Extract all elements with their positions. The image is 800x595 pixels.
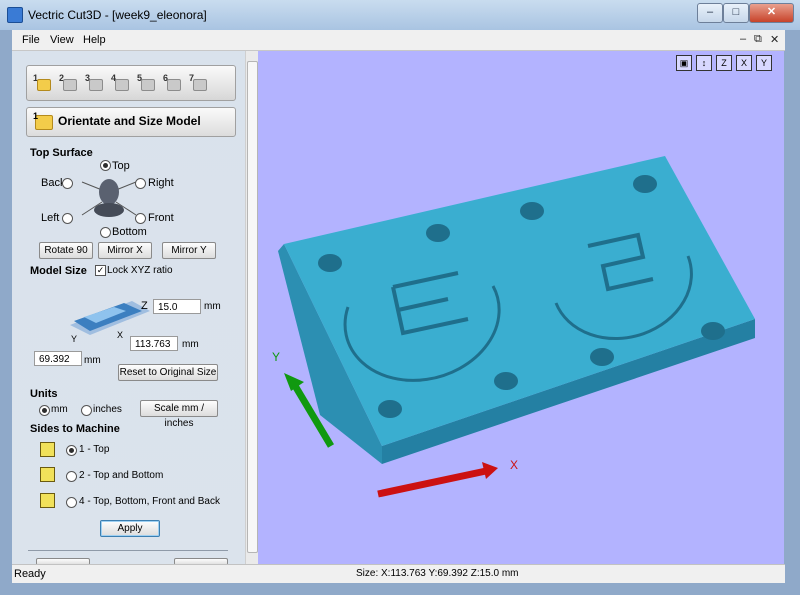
reset-size-button[interactable]: Reset to Original Size [118, 364, 218, 381]
units-heading: Units [30, 388, 58, 400]
panel-scrollbar[interactable] [245, 51, 258, 564]
hole [520, 202, 544, 220]
minimize-button[interactable]: – [697, 3, 723, 23]
scrollbar-thumb[interactable] [247, 61, 258, 553]
top-surface-heading: Top Surface [30, 147, 93, 159]
top-surface-left-radio[interactable] [62, 213, 73, 224]
size-y-input[interactable]: 69.392 [34, 351, 82, 366]
section-header: 1 Orientate and Size Model [26, 107, 236, 137]
step-2-button[interactable]: 2 [59, 73, 77, 91]
size-y-unit: mm [84, 355, 101, 366]
section-step-number: 1 [33, 111, 39, 121]
size-z-unit: mm [204, 301, 221, 312]
scale-units-button[interactable]: Scale mm / inches [140, 400, 218, 429]
section-title: Orientate and Size Model [58, 114, 201, 128]
lock-xyz-label: Lock XYZ ratio [107, 265, 173, 276]
hole [378, 400, 402, 418]
axis-z-label: Z [141, 300, 148, 312]
step-4-button[interactable]: 4 [111, 73, 129, 91]
top-surface-bottom-label: Bottom [112, 226, 147, 238]
sides-1-label: 1 - Top [79, 444, 110, 455]
hole [426, 224, 450, 242]
rotate-90-button[interactable]: Rotate 90 [39, 242, 93, 259]
units-mm-label: mm [51, 404, 68, 415]
four-sides-cube-icon [40, 493, 55, 508]
step-icon [63, 79, 77, 91]
units-inches-label: inches [93, 404, 122, 415]
panel-divider [28, 550, 228, 551]
step-icon [89, 79, 103, 91]
menu-view[interactable]: View [50, 34, 74, 46]
top-surface-front-radio[interactable] [135, 213, 146, 224]
step-6-button[interactable]: 6 [163, 73, 181, 91]
orientation-bust-icon [81, 179, 137, 217]
model-render[interactable] [258, 51, 784, 564]
3d-viewport[interactable]: ▣ ↕ Z X Y Y X [258, 51, 784, 564]
one-side-cube-icon [40, 442, 55, 457]
step-icon [141, 79, 155, 91]
sides-2-label: 2 - Top and Bottom [79, 470, 164, 481]
hole [590, 348, 614, 366]
top-surface-right-label: Right [148, 177, 174, 189]
top-surface-back-radio[interactable] [62, 178, 73, 189]
hole [633, 175, 657, 193]
step-toolbar: 1 2 3 4 5 6 7 [26, 65, 236, 101]
model-size-heading: Model Size [30, 265, 87, 277]
hole [701, 322, 725, 340]
size-x-input[interactable]: 113.763 [130, 336, 178, 351]
step-3-button[interactable]: 3 [85, 73, 103, 91]
sides-4-radio[interactable] [66, 497, 77, 508]
mdi-restore-button[interactable]: ⧉ [754, 33, 762, 46]
mdi-minimize-button[interactable]: – [740, 33, 746, 45]
menu-file[interactable]: File [22, 34, 40, 46]
x-axis-label: X [510, 458, 519, 472]
size-z-input[interactable]: 15.0 [153, 299, 201, 314]
mirror-y-button[interactable]: Mirror Y [162, 242, 216, 259]
step-icon [115, 79, 129, 91]
status-bar: Ready Size: X:113.763 Y:69.392 Z:15.0 mm [12, 564, 785, 583]
step-icon [167, 79, 181, 91]
maximize-button[interactable]: □ [723, 3, 749, 23]
axis-y-label: Y [71, 334, 78, 344]
top-surface-left-label: Left [41, 212, 60, 224]
status-left: Ready [14, 568, 46, 580]
units-mm-radio[interactable] [39, 405, 50, 416]
step-5-button[interactable]: 5 [137, 73, 155, 91]
mdi-close-button[interactable]: ✕ [770, 33, 779, 46]
mirror-x-button[interactable]: Mirror X [98, 242, 152, 259]
step-icon [193, 79, 207, 91]
hole [318, 254, 342, 272]
hole [494, 372, 518, 390]
folder-icon [37, 79, 51, 91]
app-icon [7, 7, 23, 23]
close-button[interactable]: ✕ [749, 3, 794, 23]
units-inches-radio[interactable] [81, 405, 92, 416]
menu-help[interactable]: Help [83, 34, 106, 46]
top-surface-front-label: Front [148, 212, 174, 224]
sides-heading: Sides to Machine [30, 423, 120, 435]
apply-button[interactable]: Apply [100, 520, 160, 537]
sides-1-radio[interactable] [66, 445, 77, 456]
status-size: Size: X:113.763 Y:69.392 Z:15.0 mm [356, 568, 519, 579]
two-sides-cube-icon [40, 467, 55, 482]
window-titlebar[interactable]: Vectric Cut3D - [week9_eleonora] – □ ✕ [0, 0, 800, 30]
sides-4-label: 4 - Top, Bottom, Front and Back [79, 496, 220, 507]
x-axis-arrow [377, 467, 487, 498]
step-7-button[interactable]: 7 [189, 73, 207, 91]
window-title: Vectric Cut3D - [week9_eleonora] [28, 8, 207, 22]
menu-bar: File View Help – ⧉ ✕ [12, 30, 785, 51]
sides-2-radio[interactable] [66, 471, 77, 482]
top-surface-bottom-radio[interactable] [100, 227, 111, 238]
axis-x-label: X [117, 330, 124, 340]
y-axis-label: Y [272, 350, 281, 364]
wizard-panel: 1 2 3 4 5 6 7 1 Orientate and Size Model… [12, 51, 246, 565]
lock-xyz-checkbox[interactable]: ✓ [95, 265, 106, 276]
step-1-button[interactable]: 1 [33, 73, 51, 91]
size-x-unit: mm [182, 339, 199, 350]
